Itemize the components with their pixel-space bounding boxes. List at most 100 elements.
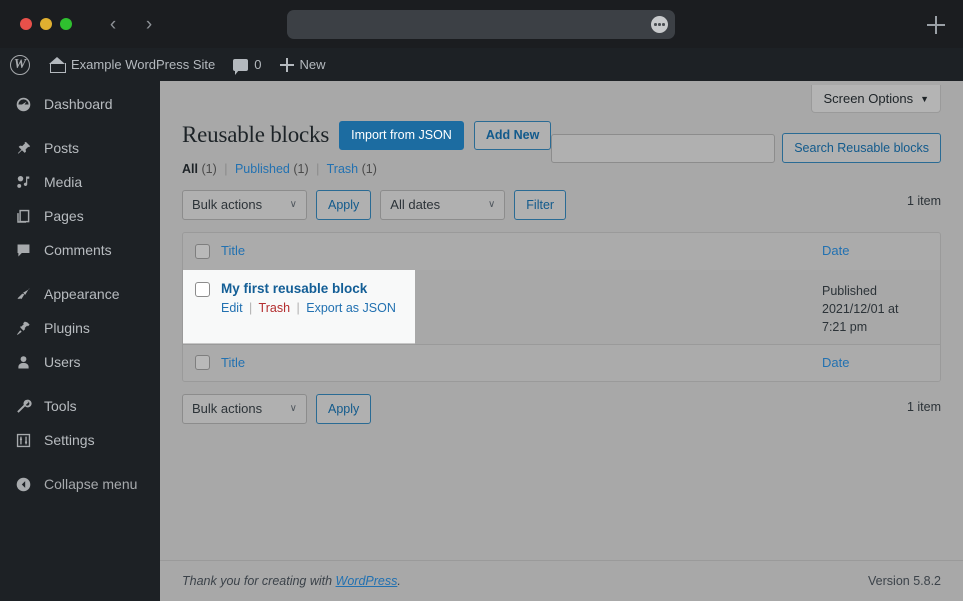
export-as-json-link[interactable]: Export as JSON [306, 301, 396, 315]
sidebar-item-pages[interactable]: Pages [0, 199, 160, 233]
home-icon [49, 57, 66, 73]
sidebar-item-label: Plugins [44, 320, 90, 336]
select-all-checkbox-bottom[interactable] [194, 355, 210, 370]
adminbar-comments[interactable]: 0 [224, 48, 270, 81]
date-filter-value: All dates [390, 197, 441, 212]
column-header-title: Title [221, 242, 822, 260]
sidebar-item-label: Posts [44, 140, 80, 156]
date-filter-select[interactable]: All dates ∨ [380, 189, 506, 220]
trash-link[interactable]: Trash [259, 301, 291, 315]
row-checkbox[interactable] [194, 281, 210, 297]
edit-link[interactable]: Edit [221, 301, 243, 315]
add-new-button[interactable]: Add New [473, 121, 552, 150]
filter-link-all[interactable]: All [182, 162, 198, 176]
filter-link-published[interactable]: Published [235, 162, 290, 176]
sidebar-item-label: Tools [44, 398, 77, 414]
dashboard-icon [13, 94, 33, 114]
sort-by-date-link-bottom[interactable]: Date [822, 355, 849, 370]
bulk-actions-select-bottom[interactable]: Bulk actions ∨ [182, 393, 307, 424]
chevron-down-icon: ∨ [289, 403, 297, 414]
filter-separator: | [224, 161, 228, 176]
sidebar-item-media[interactable]: Media [0, 165, 160, 199]
maximize-window-button[interactable] [60, 18, 72, 30]
sidebar-item-label: Settings [44, 432, 95, 448]
wordpress-link[interactable]: WordPress [336, 574, 398, 588]
bulk-actions-select-top[interactable]: Bulk actions ∨ [182, 189, 307, 220]
select-all-checkbox-top[interactable] [194, 243, 210, 259]
sort-by-title-link-bottom[interactable]: Title [221, 355, 245, 370]
filter-link-trash[interactable]: Trash [327, 162, 359, 176]
sidebar-item-dashboard[interactable]: Dashboard [0, 87, 160, 121]
date-value: 2021/12/01 at [822, 301, 899, 316]
sidebar-item-label: Pages [44, 208, 84, 224]
item-count-bottom: 1 item [906, 399, 941, 414]
chevron-down-icon: ∨ [289, 199, 297, 210]
sidebar-item-comments[interactable]: Comments [0, 233, 160, 267]
row-title-cell: My first reusable block Edit | Trash | E… [221, 270, 822, 315]
footer-version: Version 5.8.2 [868, 574, 941, 588]
comment-bubble-icon [233, 58, 249, 75]
browser-chrome: ‹ › [0, 0, 963, 48]
search-submit-button[interactable]: Search Reusable blocks [782, 133, 941, 163]
admin-footer: Thank you for creating with WordPress. V… [160, 560, 963, 601]
bulk-actions-value: Bulk actions [192, 197, 263, 212]
footer-thanks: Thank you for creating with WordPress. [182, 574, 401, 588]
select-all-cell-bottom [183, 355, 221, 370]
close-window-button[interactable] [20, 18, 32, 30]
column-footer-date: Date [822, 354, 940, 372]
screen-options-button[interactable]: Screen Options ▼ [811, 85, 941, 113]
column-header-date: Date [822, 242, 940, 260]
sidebar-item-collapse-menu[interactable]: Collapse menu [0, 467, 160, 501]
forward-icon[interactable]: › [136, 11, 162, 37]
minimize-window-button[interactable] [40, 18, 52, 30]
sidebar-item-posts[interactable]: Posts [0, 131, 160, 165]
footer-thanks-suffix: . [397, 574, 401, 588]
item-count-top: 1 item [906, 193, 941, 208]
sort-by-date-link[interactable]: Date [822, 243, 849, 258]
block-title-link[interactable]: My first reusable block [221, 270, 822, 296]
url-bar[interactable] [287, 10, 675, 39]
reusable-blocks-table: Title Date My first reusable block Edit … [182, 231, 941, 382]
sidebar-item-users[interactable]: Users [0, 345, 160, 379]
new-label: New [299, 57, 326, 72]
admin-content: Screen Options ▼ Reusable blocks Import … [160, 81, 963, 601]
import-from-json-button[interactable]: Import from JSON [339, 121, 464, 150]
sidebar-item-settings[interactable]: Settings [0, 423, 160, 457]
window-controls [20, 18, 72, 30]
media-icon [13, 172, 33, 192]
action-separator: | [296, 300, 300, 315]
screen-options-label: Screen Options [823, 91, 914, 106]
wordpress-logo-icon: W [10, 54, 30, 75]
user-icon [13, 352, 33, 372]
filter-count-all: (1) [201, 161, 217, 176]
sort-by-title-link[interactable]: Title [221, 243, 245, 258]
pin-icon [13, 138, 33, 158]
browser-nav: ‹ › [100, 11, 162, 37]
sidebar-item-label: Dashboard [44, 96, 113, 112]
chevron-down-icon: ▼ [920, 93, 929, 104]
new-tab-icon[interactable] [927, 16, 945, 34]
sidebar-item-tools[interactable]: Tools [0, 389, 160, 423]
comment-icon [13, 240, 33, 260]
sidebar-item-label: Users [44, 354, 81, 370]
filter-count-published: (1) [293, 161, 309, 176]
site-name-label: Example WordPress Site [71, 57, 216, 72]
search-input[interactable] [551, 133, 776, 163]
adminbar-wp-logo[interactable]: W [0, 48, 40, 81]
sidebar-item-appearance[interactable]: Appearance [0, 277, 160, 311]
apply-button-top[interactable]: Apply [316, 189, 372, 220]
sidebar-item-plugins[interactable]: Plugins [0, 311, 160, 345]
date-time: 7:21 pm [822, 319, 868, 334]
table-row: My first reusable block Edit | Trash | E… [183, 269, 940, 344]
row-date-cell: Published 2021/12/01 at 7:21 pm [822, 270, 940, 336]
adminbar-site-name[interactable]: Example WordPress Site [40, 48, 224, 81]
comment-count-label: 0 [254, 57, 262, 72]
more-dots-icon[interactable] [651, 16, 668, 33]
back-icon[interactable]: ‹ [100, 11, 126, 37]
plug-icon [13, 318, 33, 338]
tablenav-top: Bulk actions ∨ Apply All dates ∨ Filter … [160, 176, 963, 220]
admin-sidebar: Dashboard Posts Media Pages Comments App… [0, 81, 160, 601]
apply-button-bottom[interactable]: Apply [316, 393, 372, 424]
filter-button[interactable]: Filter [514, 189, 567, 220]
adminbar-new[interactable]: New [271, 48, 335, 81]
